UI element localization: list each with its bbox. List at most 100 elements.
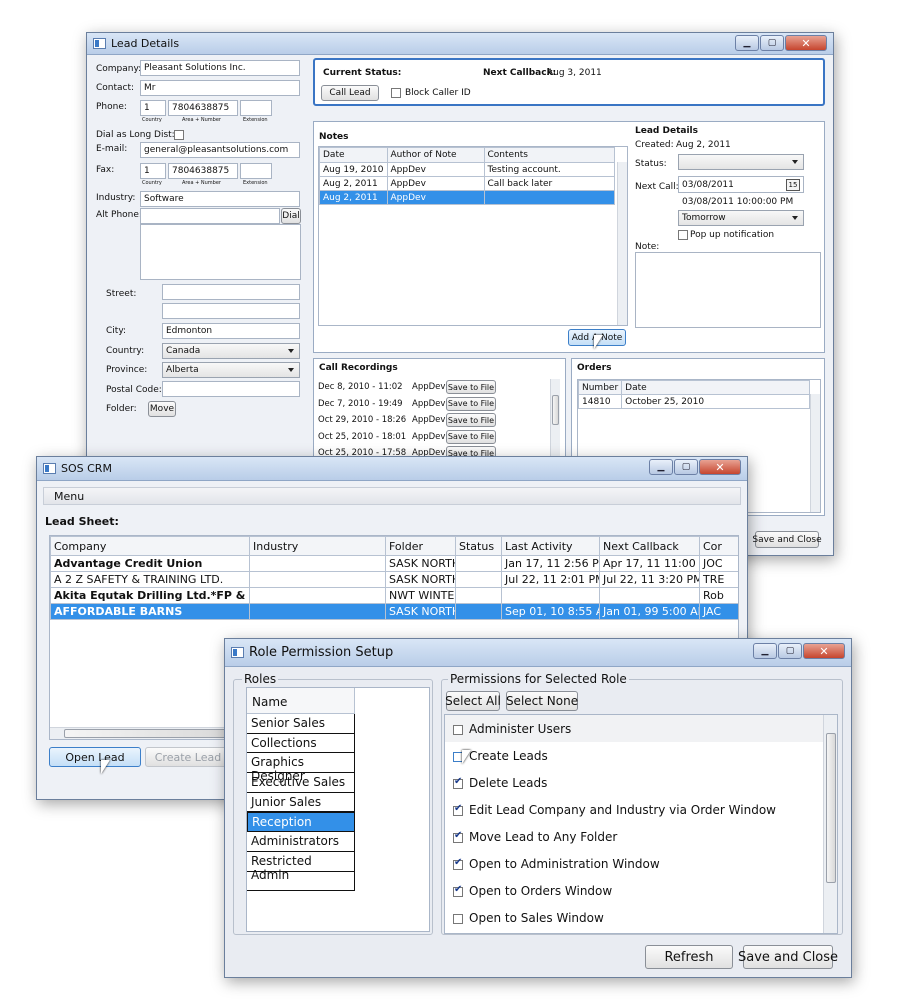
col-status[interactable]: Status — [455, 536, 502, 556]
menu-item[interactable]: Menu — [54, 490, 84, 503]
permission-row-create-leads[interactable]: Create Leads — [445, 742, 837, 769]
alt-phone-list[interactable] — [140, 224, 301, 280]
open-lead-button[interactable]: Open Lead — [49, 747, 141, 767]
save-to-file-button[interactable]: Save to File — [446, 429, 496, 444]
alt-phone-field[interactable] — [140, 208, 280, 224]
permission-checkbox[interactable]: ✔ — [453, 884, 463, 897]
industry-field[interactable]: Software — [140, 191, 300, 207]
save-to-file-button[interactable]: Save to File — [446, 413, 496, 427]
minimize-button[interactable]: ▁ — [735, 35, 759, 51]
list-item[interactable]: Senior Sales — [247, 714, 355, 734]
minimize-button[interactable]: ▁ — [649, 459, 673, 475]
col-last-activity[interactable]: Last Activity — [501, 536, 600, 556]
table-row[interactable]: Aug 2, 2011 AppDev Call back later — [319, 176, 616, 191]
scroll-thumb[interactable] — [64, 729, 234, 738]
status-select[interactable] — [678, 154, 804, 170]
col-company[interactable]: Company — [50, 536, 250, 556]
orders-col-number[interactable]: Number — [577, 380, 623, 395]
permission-checkbox[interactable]: ✔ — [453, 857, 463, 870]
phone-country-field[interactable]: 1 — [140, 100, 166, 116]
move-button[interactable]: Move — [148, 401, 176, 417]
maximize-button[interactable]: ▢ — [760, 35, 784, 51]
phone-extension-field[interactable] — [240, 100, 272, 116]
list-item-selected[interactable]: Reception — [247, 812, 355, 833]
col-contact[interactable]: Cor — [699, 536, 738, 556]
permission-checkbox[interactable]: ✔ — [453, 830, 463, 843]
col-industry[interactable]: Industry — [249, 536, 386, 556]
table-row-selected[interactable]: Aug 2, 2011 AppDev — [319, 190, 616, 205]
lead-save-close-button[interactable]: Save and Close — [752, 531, 822, 548]
orders-col-date[interactable]: Date — [621, 380, 810, 395]
province-select[interactable]: Alberta — [162, 362, 300, 378]
permission-checkbox[interactable]: ✔ — [453, 803, 463, 816]
roles-col-name[interactable]: Name — [247, 688, 355, 714]
notes-col-date[interactable]: Date — [319, 147, 388, 163]
fax-country-field[interactable]: 1 — [140, 163, 166, 179]
street-field-2[interactable] — [162, 303, 300, 319]
minimize-button[interactable]: ▁ — [753, 643, 777, 659]
col-folder[interactable]: Folder — [385, 536, 456, 556]
note-textarea[interactable] — [635, 252, 821, 328]
permissions-scrollbar[interactable] — [823, 715, 837, 933]
email-field[interactable]: general@pleasantsolutions.com — [140, 142, 300, 158]
table-row[interactable]: Advantage Credit Union SASK NORTH Jan 17, … — [50, 555, 738, 572]
close-button[interactable]: ✕ — [699, 459, 741, 475]
block-caller-checkbox[interactable] — [391, 88, 401, 98]
company-field[interactable]: Pleasant Solutions Inc. — [140, 60, 300, 76]
street-field-1[interactable] — [162, 284, 300, 300]
refresh-button[interactable]: Refresh — [645, 945, 733, 969]
select-none-button[interactable]: Select None — [506, 691, 578, 711]
dial-button[interactable]: Dial — [281, 208, 301, 224]
save-to-file-button[interactable]: Save to File — [446, 380, 496, 394]
list-item[interactable]: Junior Sales — [247, 792, 355, 813]
table-row[interactable]: Akita Equtak Drilling Ltd.*FP & *EP NWT W… — [50, 587, 738, 604]
table-row[interactable]: 14810 October 25, 2010 — [577, 394, 810, 409]
maximize-button[interactable]: ▢ — [778, 643, 802, 659]
permission-row-edit-lead-company[interactable]: ✔ Edit Lead Company and Industry via Orde… — [445, 796, 837, 823]
list-item[interactable]: Administrators — [247, 832, 355, 852]
permission-checkbox[interactable] — [453, 913, 463, 924]
notes-col-contents[interactable]: Contents — [483, 147, 616, 163]
permission-row-open-admin[interactable]: ✔ Open to Administration Window — [445, 850, 837, 877]
list-item[interactable]: Executive Sales — [247, 773, 355, 793]
close-button[interactable]: ✕ — [785, 35, 827, 51]
table-row[interactable]: A 2 Z SAFETY & TRAINING LTD. SASK NORTH Ju… — [50, 571, 738, 588]
notes-col-author[interactable]: Author of Note — [386, 147, 485, 163]
permission-row-move-lead[interactable]: ✔ Move Lead to Any Folder — [445, 823, 837, 850]
fax-extension-field[interactable] — [240, 163, 272, 179]
permission-row-open-orders[interactable]: ✔ Open to Orders Window — [445, 877, 837, 904]
list-item[interactable]: Collections — [247, 733, 355, 754]
calendar-icon[interactable]: 15 — [786, 179, 800, 191]
list-item[interactable]: Graphics Designer — [247, 753, 355, 783]
maximize-button[interactable]: ▢ — [674, 459, 698, 475]
scroll-thumb[interactable] — [552, 395, 559, 425]
list-item[interactable]: Restricted Admin — [247, 851, 355, 882]
table-row[interactable]: Aug 19, 2010 AppDev Testing account. — [319, 162, 616, 177]
contact-field[interactable]: Mr — [140, 80, 300, 96]
create-lead-button[interactable]: Create Lead — [145, 747, 231, 767]
col-next-callback[interactable]: Next Callback — [599, 536, 700, 556]
fax-number-field[interactable]: 7804638875 — [168, 163, 238, 179]
permission-row-delete-leads[interactable]: ✔ Delete Leads — [445, 769, 837, 796]
permission-checkbox[interactable]: ✔ — [453, 776, 463, 789]
save-to-file-button[interactable]: Save to File — [446, 396, 496, 411]
city-field[interactable]: Edmonton — [162, 323, 300, 339]
orders-scrollbar[interactable] — [810, 394, 820, 512]
permission-checkbox[interactable] — [453, 724, 463, 735]
call-lead-button[interactable]: Call Lead — [321, 85, 379, 101]
close-button[interactable]: ✕ — [803, 643, 845, 659]
scroll-thumb[interactable] — [826, 733, 836, 883]
role-save-close-button[interactable]: Save and Close — [738, 945, 838, 969]
notes-scrollbar[interactable] — [617, 162, 627, 325]
popup-checkbox[interactable] — [678, 230, 688, 240]
recordings-scrollbar[interactable] — [550, 379, 560, 457]
country-select[interactable]: Canada — [162, 343, 300, 359]
dial-long-checkbox[interactable] — [174, 130, 184, 140]
postal-field[interactable] — [162, 381, 300, 397]
select-all-button[interactable]: Select All — [445, 691, 501, 711]
table-row-selected[interactable]: AFFORDABLE BARNS SASK NORTH Sep 01, 10 8:5… — [50, 603, 738, 620]
phone-number-field[interactable]: 7804638875 — [168, 100, 238, 116]
permission-row-open-sales[interactable]: Open to Sales Window — [445, 904, 837, 931]
permission-row-administer-users[interactable]: Administer Users — [445, 715, 837, 742]
next-call-date-field[interactable]: 03/08/2011 15 — [678, 176, 804, 193]
